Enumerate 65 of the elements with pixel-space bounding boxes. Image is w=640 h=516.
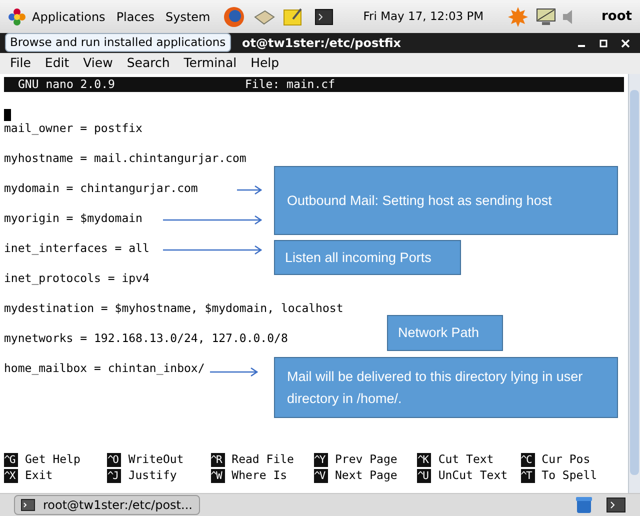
user-name[interactable]: root	[602, 6, 632, 26]
maximize-icon[interactable]	[599, 38, 608, 48]
shortcut-label: Justify	[128, 466, 177, 484]
menu-item[interactable]: File	[10, 54, 31, 73]
callout-box: Mail will be delivered to this directory lying in user directory in /home/.	[274, 357, 618, 418]
config-line: inet_interfaces = all	[4, 240, 150, 258]
callout-box: Network Path	[387, 315, 503, 351]
taskbar-button[interactable]: root@tw1ster:/etc/post...	[14, 495, 200, 515]
arrow	[210, 367, 258, 377]
shortcut-key: ^O	[107, 452, 122, 466]
clock[interactable]: Fri May 17, 12:03 PM	[363, 8, 484, 26]
file-name: File: main.cf	[245, 76, 336, 93]
shortcut-key: ^J	[107, 468, 122, 482]
config-line: mail_owner = postfix	[4, 120, 142, 138]
panel-menu[interactable]: Applications	[32, 8, 106, 26]
shortcut-key: ^X	[4, 468, 18, 482]
shortcut-key: ^K	[417, 452, 432, 466]
panel-menu[interactable]: System	[165, 8, 210, 26]
shortcut-label: Cur Pos	[542, 450, 590, 468]
config-line: mydestination = $myhostname, $mydomain, localhost	[4, 300, 344, 318]
shortcut-key: ^Y	[314, 452, 328, 466]
shortcut-key: ^V	[314, 468, 328, 482]
monitor-icon[interactable]	[536, 8, 556, 26]
nano-version: GNU nano 2.0.9	[17, 76, 116, 93]
shortcut-label: Next Page	[335, 466, 398, 484]
shortcut-key: ^U	[417, 468, 432, 482]
config-line: mydomain = chintangurjar.com	[4, 180, 198, 198]
menu-item[interactable]: Edit	[44, 54, 70, 73]
shortcut-label: Prev Page	[335, 450, 398, 468]
callout-box: Listen all incoming Ports	[274, 240, 461, 275]
menu-item[interactable]: Terminal	[184, 54, 237, 73]
text-cursor	[4, 109, 11, 121]
menu-item[interactable]: View	[83, 54, 113, 73]
shortcut-key: ^T	[520, 468, 535, 482]
note-icon[interactable]	[283, 6, 304, 26]
shortcut-label: WriteOut	[128, 450, 184, 468]
shortcut-label: Where Is	[232, 466, 288, 484]
window-title: ot@tw1ster:/etc/postfix	[242, 35, 401, 52]
shortcut-label: Read File	[232, 450, 294, 468]
menu-item[interactable]: Search	[126, 54, 170, 73]
terminal-icon[interactable]	[315, 8, 334, 24]
shortcut-label: To Spell	[542, 466, 598, 484]
tooltip: Browse and run installed applications	[5, 33, 231, 52]
flower-icon[interactable]	[7, 6, 27, 26]
shortcut-label: UnCut Text	[438, 466, 508, 484]
config-line: inet_protocols = ipv4	[4, 270, 150, 288]
shortcut-label: Cut Text	[438, 450, 494, 468]
shortcut-key: ^C	[520, 452, 535, 466]
config-line: mynetworks = 192.168.13.0/24, 127.0.0.0/8	[4, 330, 288, 348]
panel-menu[interactable]: Places	[116, 8, 154, 26]
terminal-icon	[21, 499, 35, 511]
callout-box: Outbound Mail: Setting host as sending host	[274, 166, 618, 235]
terminal-icon[interactable]	[606, 496, 626, 514]
config-line: myhostname = mail.chintangurjar.com	[4, 150, 246, 168]
config-line: myorigin = $mydomain	[4, 210, 142, 228]
trash-icon[interactable]	[576, 496, 592, 514]
shortcut-label: Exit	[25, 466, 53, 484]
shortcut-key: ^W	[210, 468, 225, 482]
shortcut-label: Get Help	[25, 450, 80, 468]
arrow	[237, 185, 262, 195]
shortcut-key: ^G	[4, 452, 18, 466]
shortcut-key: ^R	[210, 452, 225, 466]
close-icon[interactable]	[621, 38, 630, 48]
menu-item[interactable]: Help	[250, 54, 280, 73]
config-line: home_mailbox = chintan_inbox/	[4, 360, 205, 378]
